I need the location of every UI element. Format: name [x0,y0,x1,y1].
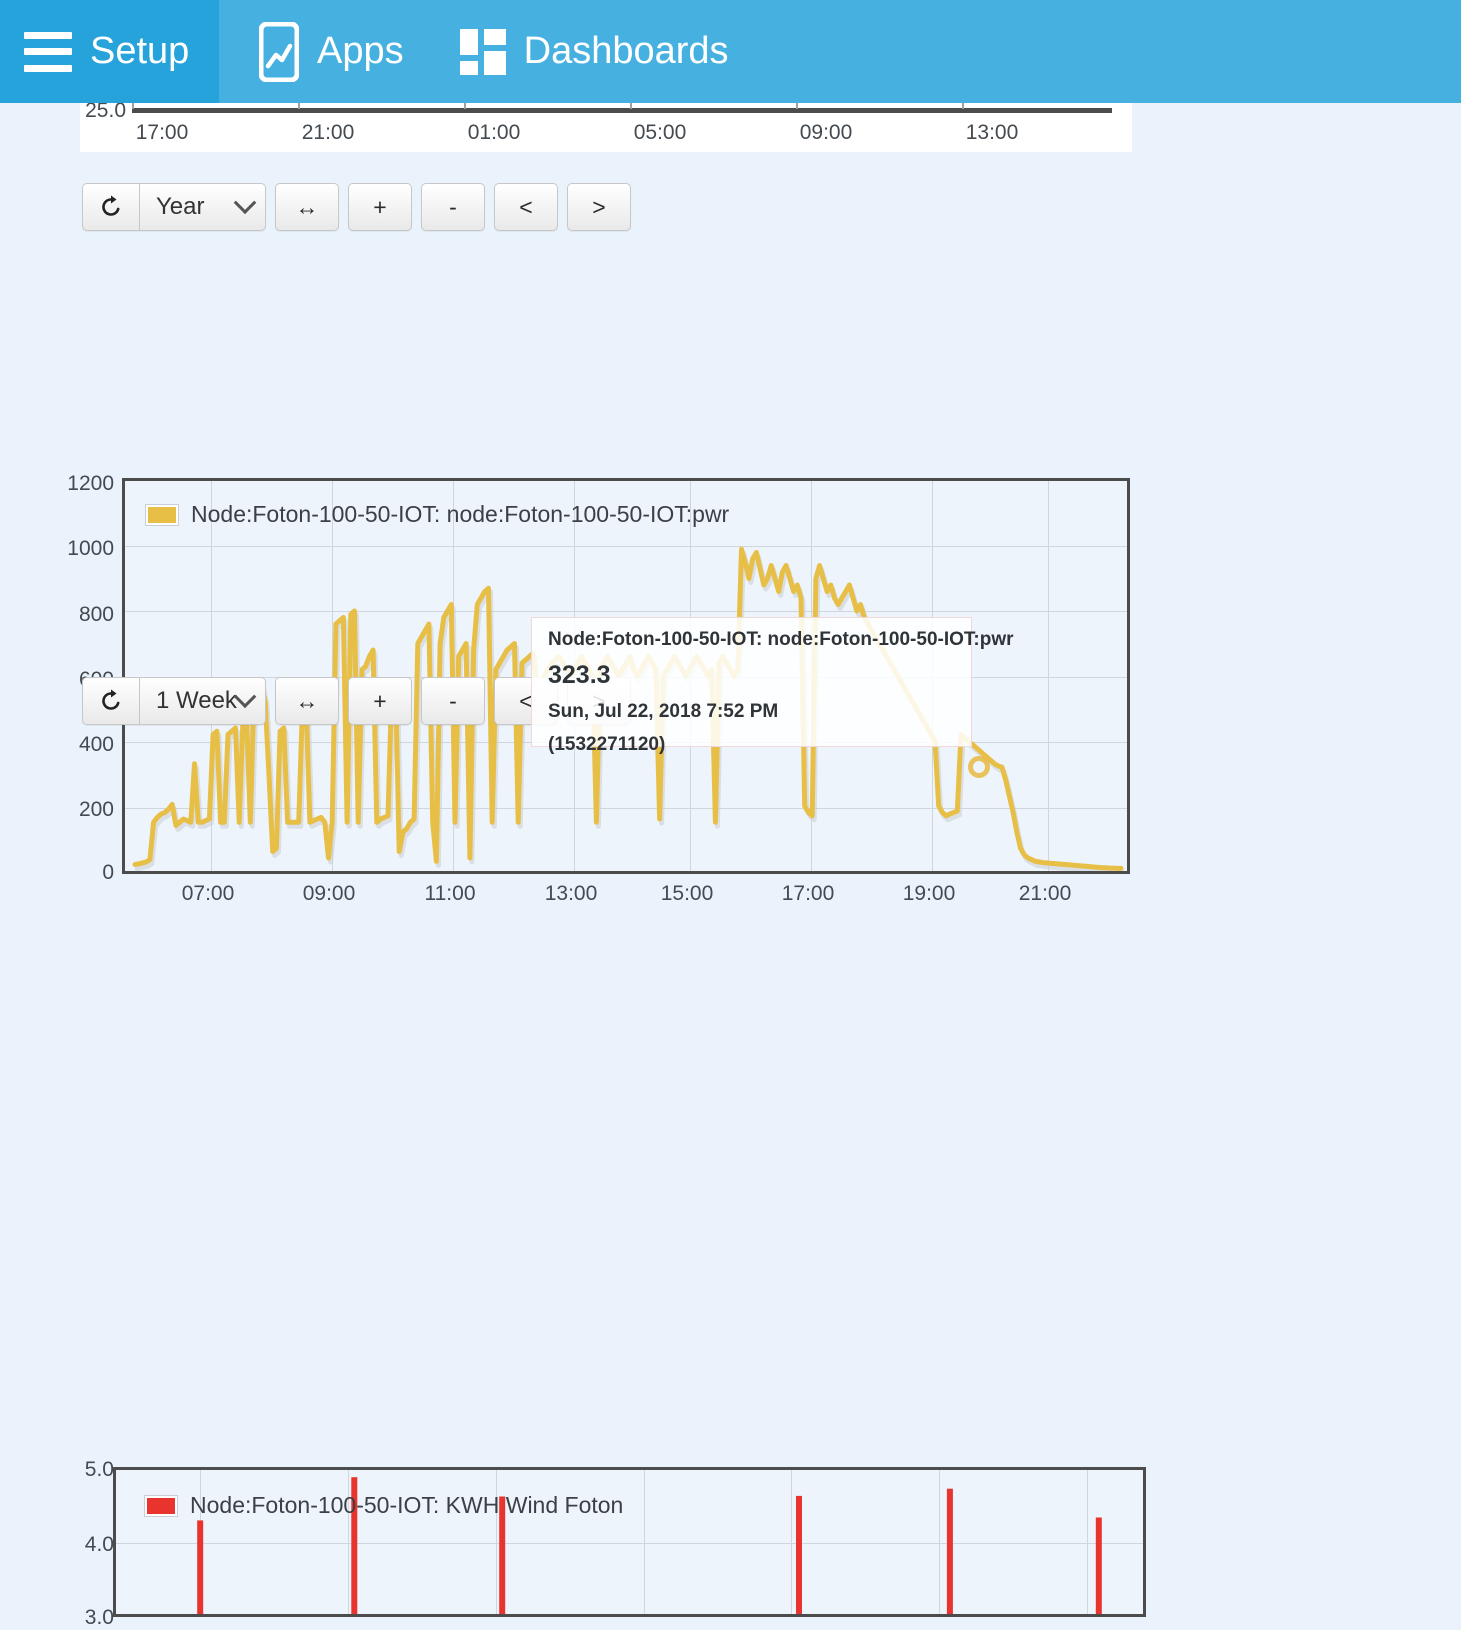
top-navigation-bar: Setup Apps Dashboards [0,0,1461,103]
chart-top-partial-card: 25.0 17:00 21:00 01:00 05:00 09:00 13:00 [80,95,1132,152]
hamburger-icon [24,31,72,72]
tooltip-series-name: Node:Foton-100-50-IOT: node:Foton-100-50… [548,629,1014,650]
chart-top-xtick-label: 13:00 [965,121,1019,144]
axis-tick [132,103,134,109]
axis-tick [962,103,964,109]
refresh-icon [102,689,120,710]
toolbar-year: Year ↔ + - < > [82,183,640,231]
chart-tooltip: Node:Foton-100-50-IOT: node:Foton-100-50… [531,617,1014,754]
nav-item-dashboards[interactable]: Dashboards [404,0,729,103]
legend-color-swatch [145,503,179,526]
range-selector-group: Year [82,183,266,231]
highlighted-data-point-marker [968,756,990,778]
tooltip-value: 323.3 [548,661,611,689]
chevron-down-icon [233,685,257,709]
chart-pwr-legend-label: Node:Foton-100-50-IOT: node:Foton-100-50… [191,501,730,527]
nav-item-setup[interactable]: Setup [0,0,219,103]
chart-pwr-ytick-label: 1200 [67,472,114,495]
zoom-out-button[interactable]: - [421,183,485,231]
chevron-down-icon [233,191,257,215]
refresh-button[interactable] [82,677,140,725]
chart-kwh-legend[interactable]: Node:Foton-100-50-IOT: KWH Wind Foton [144,1492,623,1519]
chart-kwh-legend-label: Node:Foton-100-50-IOT: KWH Wind Foton [190,1492,624,1518]
fit-button[interactable]: ↔ [275,677,339,725]
chart-pwr-ytick-label: 800 [78,603,114,626]
pan-right-button[interactable]: > [567,183,631,231]
apps-mobile-chart-icon [259,21,299,82]
pan-left-button[interactable]: < [494,183,558,231]
chart-top-xtick-label: 21:00 [301,121,355,144]
legend-color-swatch [144,1494,178,1517]
chart-top-xtick-label: 05:00 [633,121,687,144]
nav-item-setup-label: Setup [90,30,190,72]
axis-tick [630,103,632,109]
chart-kwh-ytick-label: 5.0 [84,1458,114,1481]
fit-button[interactable]: ↔ [275,183,339,231]
chart-top-xtick-label: 01:00 [467,121,521,144]
axis-tick [464,103,466,109]
range-selector-group: 1 Week [82,677,266,725]
range-select-1week-value: 1 Week [156,687,237,714]
chart-top-axis-line [132,108,1112,113]
chart-kwh-ytick-label: 4.0 [84,1533,114,1556]
tooltip-datetime: Sun, Jul 22, 2018 7:52 PM [548,701,779,722]
nav-item-dashboards-label: Dashboards [523,30,729,72]
range-select-year[interactable]: Year [140,183,266,231]
chart-pwr-legend[interactable]: Node:Foton-100-50-IOT: node:Foton-100-50… [145,501,729,528]
chart-kwh-ytick-label: 3.0 [84,1606,114,1629]
nav-item-apps-label: Apps [317,30,404,72]
chart-top-xtick-label: 09:00 [799,121,853,144]
zoom-out-button[interactable]: - [421,677,485,725]
zoom-in-button[interactable]: + [348,183,412,231]
refresh-button[interactable] [82,183,140,231]
range-select-year-value: Year [156,193,205,220]
chart-top-xtick-label: 17:00 [135,121,189,144]
chart-pwr-card: 1200 1000 800 600 400 200 0 Node:Foton-1… [0,236,1461,905]
axis-tick [796,103,798,109]
refresh-icon [102,195,120,216]
dashboards-grid-icon [459,28,506,75]
tooltip-epoch: (1532271120) [548,734,666,755]
nav-item-apps[interactable]: Apps [219,0,404,103]
axis-tick [298,103,300,109]
chart-kwh-plot-area[interactable]: Node:Foton-100-50-IOT: KWH Wind Foton [113,1467,1146,1617]
range-select-1week[interactable]: 1 Week [140,677,266,725]
zoom-in-button[interactable]: + [348,677,412,725]
chart-pwr-ytick-label: 1000 [67,537,114,560]
